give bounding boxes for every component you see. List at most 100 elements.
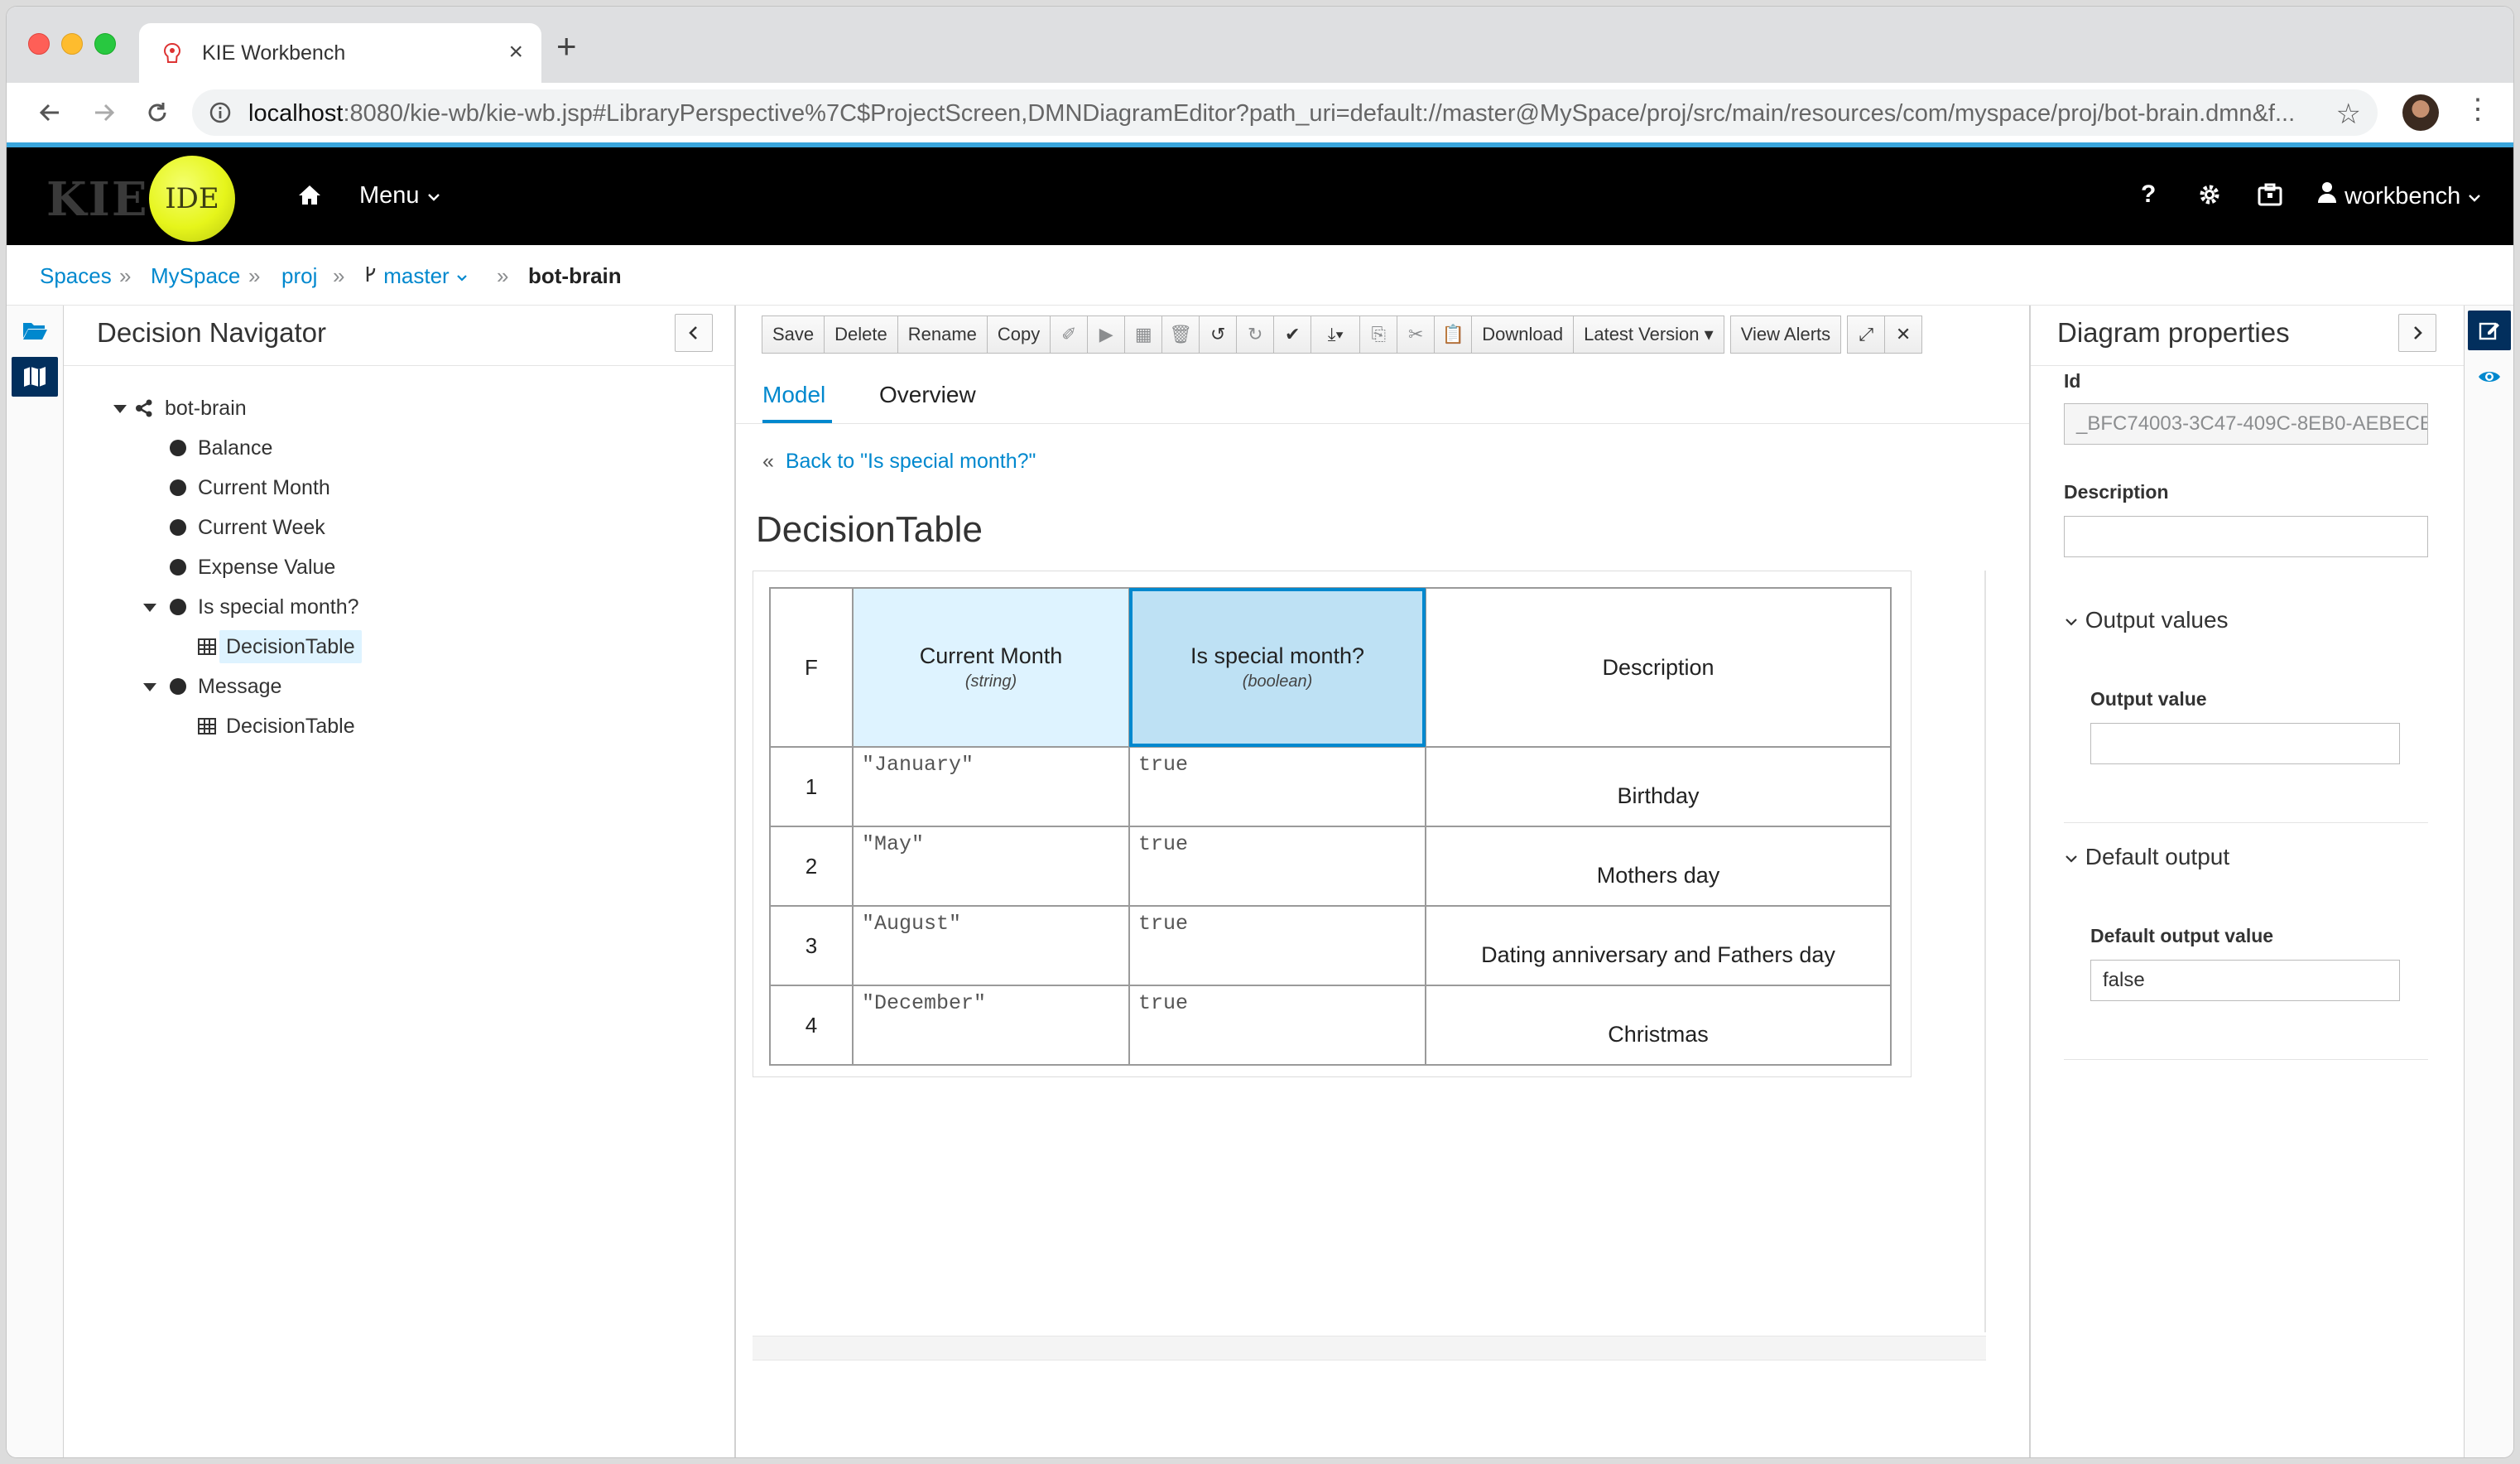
tab-overview[interactable]: Overview: [879, 382, 976, 408]
validate-check-icon[interactable]: ✔: [1273, 315, 1312, 354]
back-to-decision-link[interactable]: « Back to "Is special month?": [762, 450, 1036, 474]
decision-node-icon: [170, 678, 186, 695]
download-button[interactable]: Download: [1471, 315, 1575, 354]
decision-navigator-panel: Decision Navigator bot-brain Balance Cur…: [64, 306, 736, 1457]
site-info-icon[interactable]: [209, 101, 232, 124]
input-cell[interactable]: "May": [852, 826, 1130, 907]
minimize-window-button[interactable]: [61, 33, 83, 55]
collapse-panel-button[interactable]: [675, 314, 713, 352]
export-download-icon[interactable]: ⤓▾: [1310, 315, 1361, 354]
browser-tabstrip: KIE Workbench × +: [7, 7, 2513, 83]
browser-menu-icon[interactable]: ⋮: [2464, 93, 2492, 126]
paste-icon[interactable]: 📋: [1434, 315, 1473, 354]
output-value-field[interactable]: [2090, 723, 2400, 764]
redo-icon[interactable]: ↻: [1236, 315, 1275, 354]
browser-tab[interactable]: KIE Workbench ×: [139, 23, 541, 83]
gear-icon[interactable]: [2197, 182, 2222, 207]
decision-table: F Current Month (string) Is special mont…: [769, 587, 1892, 1066]
input-cell[interactable]: "January": [852, 746, 1130, 827]
horizontal-scrollbar[interactable]: [753, 1336, 1986, 1360]
double-chevron-left-icon: «: [762, 450, 774, 473]
output-cell[interactable]: true: [1128, 905, 1426, 986]
output-cell[interactable]: true: [1128, 826, 1426, 907]
reload-icon[interactable]: [139, 94, 176, 131]
description-cell[interactable]: Christmas: [1425, 985, 1892, 1066]
collapse-panel-button[interactable]: [2398, 314, 2436, 352]
forward-arrow-icon[interactable]: [86, 94, 123, 131]
id-field[interactable]: _BFC74003-3C47-409C-8EB0-AEBECB: [2064, 403, 2428, 445]
branch-selector[interactable]: master: [364, 263, 469, 289]
output-cell[interactable]: true: [1128, 746, 1426, 827]
briefcase-icon[interactable]: [2257, 182, 2283, 207]
breadcrumb-project[interactable]: proj: [281, 263, 317, 289]
description-cell[interactable]: Birthday: [1425, 746, 1892, 827]
save-button[interactable]: Save: [762, 315, 825, 354]
breadcrumb-space[interactable]: MySpace: [151, 263, 240, 289]
panel-title: Diagram properties: [2057, 317, 2290, 348]
hit-policy-cell[interactable]: F: [769, 587, 854, 748]
user-menu[interactable]: workbench: [2316, 181, 2482, 210]
id-label: Id: [2064, 370, 2081, 392]
help-icon[interactable]: ?: [2141, 181, 2156, 209]
grid-icon[interactable]: ▦: [1124, 315, 1163, 354]
vertical-scrollbar[interactable]: [1984, 571, 1986, 1332]
table-row: 3 "August" true Dating anniversary and F…: [769, 905, 1892, 986]
rename-button[interactable]: Rename: [897, 315, 988, 354]
view-alerts-button[interactable]: View Alerts: [1729, 315, 1842, 354]
new-tab-button[interactable]: +: [556, 29, 577, 64]
default-output-section-toggle[interactable]: Default output: [2064, 844, 2229, 870]
map-icon[interactable]: [12, 357, 58, 397]
annotation-column-header[interactable]: Description: [1425, 587, 1892, 748]
editor-tabs: Model Overview: [736, 364, 2029, 424]
row-number[interactable]: 4: [769, 985, 854, 1066]
zoom-window-button[interactable]: [94, 33, 116, 55]
copy-button[interactable]: Copy: [986, 315, 1051, 354]
copy-icon[interactable]: ⎘: [1359, 315, 1398, 354]
breadcrumb-spaces[interactable]: Spaces: [40, 263, 112, 289]
input-cell[interactable]: "August": [852, 905, 1130, 986]
description-cell[interactable]: Dating anniversary and Fathers day: [1425, 905, 1892, 986]
output-cell[interactable]: true: [1128, 985, 1426, 1066]
bookmark-star-icon[interactable]: ☆: [2336, 98, 2361, 131]
profile-avatar[interactable]: [2402, 94, 2439, 131]
home-icon[interactable]: [296, 182, 323, 209]
tab-title: KIE Workbench: [202, 41, 346, 65]
eraser-icon[interactable]: ✐: [1050, 315, 1089, 354]
description-cell[interactable]: Mothers day: [1425, 826, 1892, 907]
eye-icon[interactable]: [2468, 357, 2511, 397]
expand-icon[interactable]: ⤢: [1847, 315, 1886, 354]
output-values-section-toggle[interactable]: Output values: [2064, 607, 2229, 633]
description-field[interactable]: [2064, 516, 2428, 557]
latest-version-dropdown[interactable]: Latest Version ▾: [1573, 315, 1724, 354]
delete-button[interactable]: Delete: [824, 315, 898, 354]
tab-model[interactable]: Model: [762, 382, 825, 408]
address-bar[interactable]: localhost:8080/kie-wb/kie-wb.jsp#Library…: [192, 89, 2378, 136]
trash-icon[interactable]: 🗑: [1161, 315, 1200, 354]
default-output-field[interactable]: false: [2090, 960, 2400, 1001]
table-row: 2 "May" true Mothers day: [769, 826, 1892, 907]
caret-down-icon[interactable]: [113, 405, 127, 413]
close-icon[interactable]: ✕: [1884, 315, 1923, 354]
output-column-header[interactable]: Is special month? (boolean): [1128, 587, 1426, 748]
cut-scissors-icon[interactable]: ✂: [1397, 315, 1436, 354]
table-icon: [198, 638, 216, 655]
caret-down-icon[interactable]: [143, 604, 156, 612]
properties-edit-icon[interactable]: [2468, 311, 2511, 350]
close-tab-icon[interactable]: ×: [508, 38, 523, 66]
play-icon[interactable]: ▶: [1087, 315, 1126, 354]
undo-icon[interactable]: ↺: [1199, 315, 1238, 354]
input-data-node-icon: [170, 559, 186, 575]
caret-down-icon[interactable]: [143, 683, 156, 691]
row-number[interactable]: 3: [769, 905, 854, 986]
row-number[interactable]: 2: [769, 826, 854, 907]
user-icon: [2318, 182, 2336, 203]
breadcrumb-current: bot-brain: [528, 263, 622, 288]
close-window-button[interactable]: [28, 33, 50, 55]
input-cell[interactable]: "December": [852, 985, 1130, 1066]
input-column-header[interactable]: Current Month (string): [852, 587, 1130, 748]
input-data-node-icon: [170, 440, 186, 456]
menu-dropdown[interactable]: Menu: [359, 182, 441, 209]
folder-open-icon[interactable]: [12, 311, 58, 350]
back-arrow-icon[interactable]: [31, 94, 68, 131]
row-number[interactable]: 1: [769, 746, 854, 827]
